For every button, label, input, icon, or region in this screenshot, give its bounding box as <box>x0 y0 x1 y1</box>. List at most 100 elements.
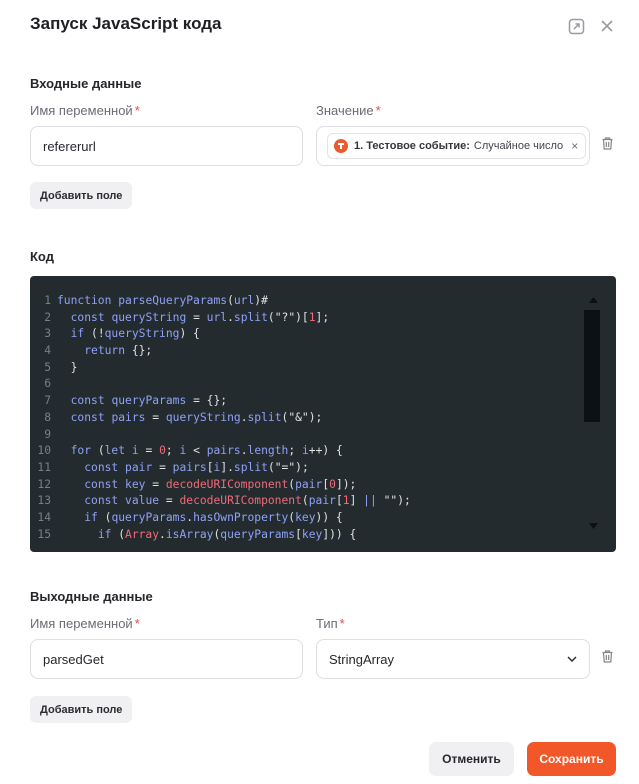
code-line: 13 const value = decodeURIComponent(pair… <box>30 493 410 510</box>
output-type-select[interactable]: StringArray <box>316 639 590 679</box>
code-token: . <box>227 310 234 324</box>
line-number: 1 <box>44 294 51 307</box>
code-token: ]); <box>335 477 357 491</box>
code-line: 11 const pair = pairs[i].split("="); <box>30 460 411 477</box>
code-token: < <box>186 444 207 458</box>
input-value-field[interactable]: 1. Тестовое событие: Случайное число × <box>316 126 590 166</box>
code-line: 4 return {}; <box>30 343 411 360</box>
code-token: split <box>247 410 282 424</box>
close-icon[interactable] <box>597 16 617 36</box>
code-token: [ <box>295 527 302 541</box>
line-number: 9 <box>44 427 51 441</box>
code-token: for <box>70 444 92 458</box>
code-token: split <box>233 460 268 474</box>
code-token: ( <box>267 460 275 474</box>
line-number: 2 <box>44 310 51 324</box>
code-token: function <box>57 294 112 307</box>
code-token: i <box>131 444 139 458</box>
code-token: queryParams <box>220 527 296 541</box>
code-token: . <box>159 527 166 541</box>
scroll-down-icon[interactable] <box>586 520 600 532</box>
code-token: const <box>70 410 105 424</box>
code-text: const pair = pairs[i].split("="); <box>57 460 309 477</box>
code-text: if (Array.isArray(queryParams[key])) { <box>57 527 357 544</box>
code-token: url <box>233 294 255 307</box>
delete-output-row-icon[interactable] <box>600 648 614 664</box>
code-token: if <box>97 527 112 541</box>
code-line: 14 if (queryParams.hasOwnProperty(key)) … <box>30 510 411 527</box>
save-button[interactable]: Сохранить <box>527 742 616 776</box>
code-token: queryString <box>111 310 187 324</box>
code-line: 5 } <box>30 360 411 377</box>
code-text: const pairs = queryString.split("&"); <box>57 410 323 427</box>
code-token: value <box>125 494 160 508</box>
code-editor[interactable]: 1 function parseQueryParams(url)# 2 const … <box>30 276 616 552</box>
cancel-button[interactable]: Отменить <box>429 742 514 776</box>
code-token: ]. <box>220 460 234 474</box>
output-var-field[interactable]: parsedGet <box>30 639 303 679</box>
code-token: const <box>84 477 119 491</box>
code-token: ; <box>165 444 180 458</box>
code-line: 3 if (!queryString) { <box>30 326 411 343</box>
line-number: 11 <box>37 460 51 474</box>
code-token: pairs <box>206 444 241 458</box>
code-token: ) { <box>179 327 200 341</box>
input-var-label: Имя переменной * <box>30 103 140 118</box>
add-output-field-button[interactable]: Добавить поле <box>30 696 133 723</box>
line-number: 10 <box>37 444 51 458</box>
code-token: [ <box>335 494 343 508</box>
code-token: {}; <box>125 344 153 358</box>
code-token: ( <box>301 494 309 508</box>
event-icon <box>334 139 348 153</box>
open-link-icon[interactable] <box>566 16 586 36</box>
code-token: = <box>145 410 166 424</box>
input-section-title: Входные данные <box>30 76 142 91</box>
code-token: return <box>84 344 126 358</box>
code-token: 1 <box>308 310 316 324</box>
delete-input-row-icon[interactable] <box>600 135 614 151</box>
code-token: "" <box>383 494 398 508</box>
event-name: 1. Тестовое событие: <box>354 140 470 152</box>
code-token: queryParams <box>111 394 187 408</box>
code-token: queryParams <box>111 510 187 524</box>
code-token: = <box>138 444 160 458</box>
code-token: isArray <box>165 527 214 541</box>
line-number: 14 <box>37 510 51 524</box>
code-token: length <box>247 444 289 458</box>
scroll-up-icon[interactable] <box>586 294 600 306</box>
code-token: 0 <box>329 477 336 491</box>
code-token: pairs <box>172 460 207 474</box>
code-token: const <box>70 310 105 324</box>
code-token: = <box>159 494 180 508</box>
code-token: Array <box>125 527 160 541</box>
output-var-value: parsedGet <box>43 651 104 667</box>
output-type-label: Тип * <box>316 616 345 631</box>
add-input-field-button[interactable]: Добавить поле <box>30 182 133 209</box>
code-token: . <box>240 410 248 424</box>
line-number: 3 <box>44 327 51 341</box>
code-token: ( <box>97 510 112 524</box>
code-text: } <box>57 360 78 377</box>
code-token: ( <box>267 310 275 324</box>
code-token: const <box>84 494 119 508</box>
chip-remove-icon[interactable]: × <box>571 139 578 153</box>
event-chip[interactable]: 1. Тестовое событие: Случайное число × <box>327 133 587 159</box>
code-token: i <box>301 444 309 458</box>
code-token: let <box>104 444 126 458</box>
code-token: "=" <box>274 460 296 474</box>
code-token: "?" <box>274 310 296 324</box>
code-token: = {}; <box>186 394 228 408</box>
code-token: const <box>70 394 105 408</box>
line-number: 4 <box>44 344 51 358</box>
code-scrollbar[interactable] <box>584 310 600 422</box>
code-token: const <box>84 460 119 474</box>
code-token: decodeURIComponent <box>165 477 289 491</box>
input-var-field[interactable]: refererurl <box>30 126 303 166</box>
